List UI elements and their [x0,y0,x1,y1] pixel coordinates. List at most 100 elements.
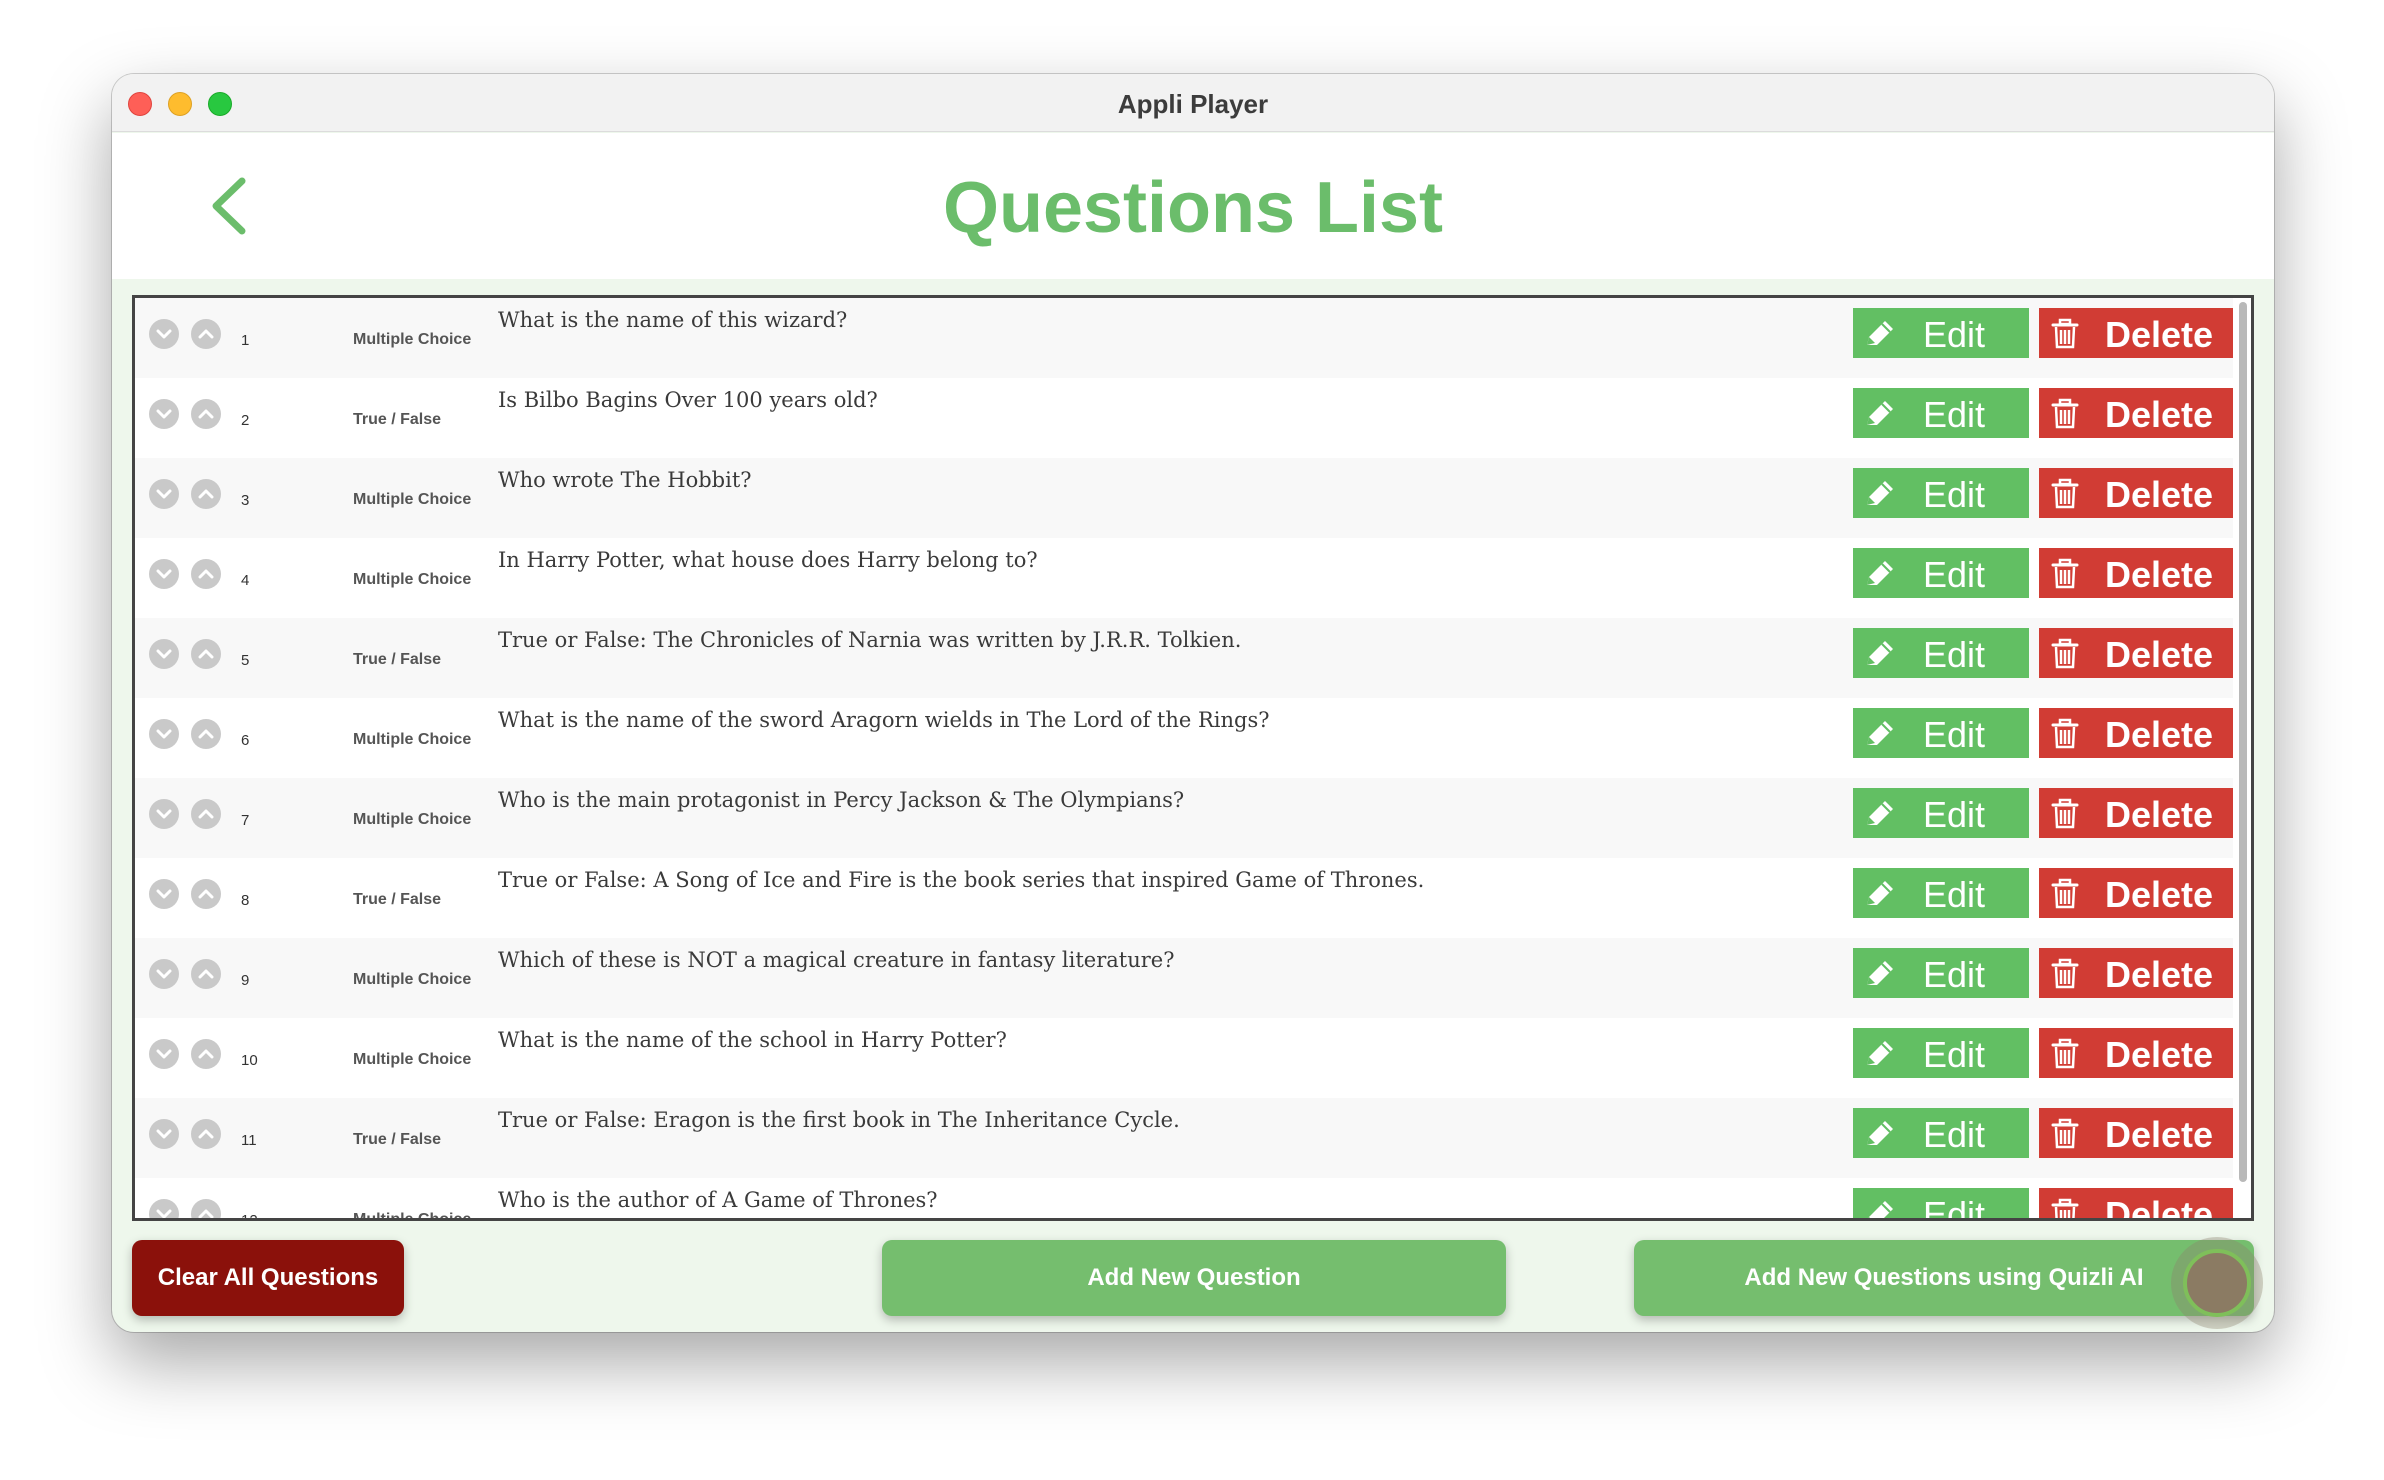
move-down-button[interactable] [149,639,179,669]
move-up-button[interactable] [191,639,221,669]
question-number: 4 [241,572,250,589]
edit-label: Edit [1923,874,1986,915]
question-text: What is the name of this wizard? [498,308,848,332]
question-number: 9 [241,972,250,989]
question-type: True / False [353,891,442,908]
edit-label: Edit [1923,1114,1986,1155]
edit-label: Edit [1923,554,1986,595]
chevron-up-icon [198,1049,214,1059]
delete-button[interactable]: Delete [2039,468,2233,518]
move-down-button[interactable] [149,479,179,509]
edit-button[interactable]: Edit [1853,308,2029,358]
question-row: 11 True / False True or False: Eragon is t… [135,1098,2233,1178]
pencil-icon [1868,1201,1893,1218]
trash-icon [2051,318,2079,349]
chevron-down-icon [156,729,172,739]
edit-button[interactable]: Edit [1853,628,2029,678]
question-row: 10 Multiple Choice What is the name of the… [135,1018,2233,1098]
question-text: What is the name of the school in Harry … [498,1028,1007,1052]
delete-label: Delete [2105,314,2214,355]
delete-button[interactable]: Delete [2039,1108,2233,1158]
move-down-button[interactable] [149,879,179,909]
delete-button[interactable]: Delete [2039,708,2233,758]
question-type: Multiple Choice [353,731,472,748]
chevron-down-icon [156,889,172,899]
clear-all-questions-button[interactable]: Clear All Questions [132,1240,404,1316]
chevron-up-icon [198,649,214,659]
delete-label: Delete [2105,874,2214,915]
edit-button[interactable]: Edit [1853,468,2029,518]
edit-button[interactable]: Edit [1853,948,2029,998]
questions-list[interactable]: 1 Multiple Choice What is the name of this… [132,295,2254,1221]
delete-label: Delete [2105,1194,2214,1221]
edit-button[interactable]: Edit [1853,1188,2029,1218]
question-text: Which of these is NOT a magical creature… [498,948,1175,972]
title-bar: Appli Player [112,74,2274,132]
move-down-button[interactable] [149,1199,179,1218]
question-row: 9 Multiple Choice Which of these is NOT a … [135,938,2233,1018]
move-down-button[interactable] [149,1119,179,1149]
move-down-button[interactable] [149,719,179,749]
add-questions-ai-button[interactable]: Add New Questions using Quizli AI [1634,1240,2254,1316]
move-up-button[interactable] [191,959,221,989]
question-number: 6 [241,732,250,749]
delete-button[interactable]: Delete [2039,868,2233,918]
question-type: True / False [353,651,442,668]
move-down-button[interactable] [149,799,179,829]
edit-button[interactable]: Edit [1853,868,2029,918]
list-scrollbar[interactable] [2235,298,2251,1218]
pencil-icon [1867,401,1893,425]
move-down-button[interactable] [149,559,179,589]
question-number: 3 [241,492,250,509]
edit-button[interactable]: Edit [1853,548,2029,598]
question-number: 10 [241,1052,258,1069]
edit-button[interactable]: Edit [1853,1108,2029,1158]
edit-button[interactable]: Edit [1853,708,2029,758]
delete-button[interactable]: Delete [2039,1028,2233,1078]
move-up-button[interactable] [191,479,221,509]
edit-label: Edit [1923,634,1986,675]
delete-button[interactable]: Delete [2039,788,2233,838]
question-number: 7 [241,812,250,829]
move-down-button[interactable] [149,959,179,989]
add-new-question-button[interactable]: Add New Question [882,1240,1506,1316]
question-type: Multiple Choice [353,971,472,988]
page-title: Questions List [942,168,1444,248]
delete-label: Delete [2105,394,2214,435]
chevron-up-icon [198,729,214,739]
delete-button[interactable]: Delete [2039,1188,2233,1221]
chevron-up-icon [198,969,214,979]
edit-label: Edit [1923,954,1986,995]
move-up-button[interactable] [191,559,221,589]
move-up-button[interactable] [191,1119,221,1149]
pencil-icon [1867,961,1893,985]
move-down-button[interactable] [149,1039,179,1069]
move-up-button[interactable] [191,1039,221,1069]
delete-button[interactable]: Delete [2039,548,2233,598]
question-row: 12 Multiple Choice Who is the author of A … [135,1178,2233,1221]
move-up-button[interactable] [191,319,221,349]
delete-button[interactable]: Delete [2039,628,2233,678]
move-up-button[interactable] [191,719,221,749]
move-up-button[interactable] [191,399,221,429]
move-up-button[interactable] [191,1199,221,1218]
move-down-button[interactable] [149,319,179,349]
move-up-button[interactable] [191,879,221,909]
question-type: Multiple Choice [353,331,472,348]
delete-button[interactable]: Delete [2039,948,2233,998]
edit-button[interactable]: Edit [1853,788,2029,838]
question-text: Who wrote The Hobbit? [498,468,752,492]
move-down-button[interactable] [149,399,179,429]
question-type: Multiple Choice [353,491,472,508]
chevron-down-icon [156,1129,172,1139]
edit-button[interactable]: Edit [1853,1028,2029,1078]
question-number: 2 [241,412,250,429]
delete-button[interactable]: Delete [2039,388,2233,438]
assistive-touch-button[interactable] [2171,1237,2263,1329]
question-row: 3 Multiple Choice Who wrote The Hobbit? Edi… [135,458,2233,538]
move-up-button[interactable] [191,799,221,829]
scrollbar-thumb[interactable] [2239,302,2247,1182]
delete-button[interactable]: Delete [2039,308,2233,358]
window-title: Appli Player [1117,89,1269,119]
edit-button[interactable]: Edit [1853,388,2029,438]
